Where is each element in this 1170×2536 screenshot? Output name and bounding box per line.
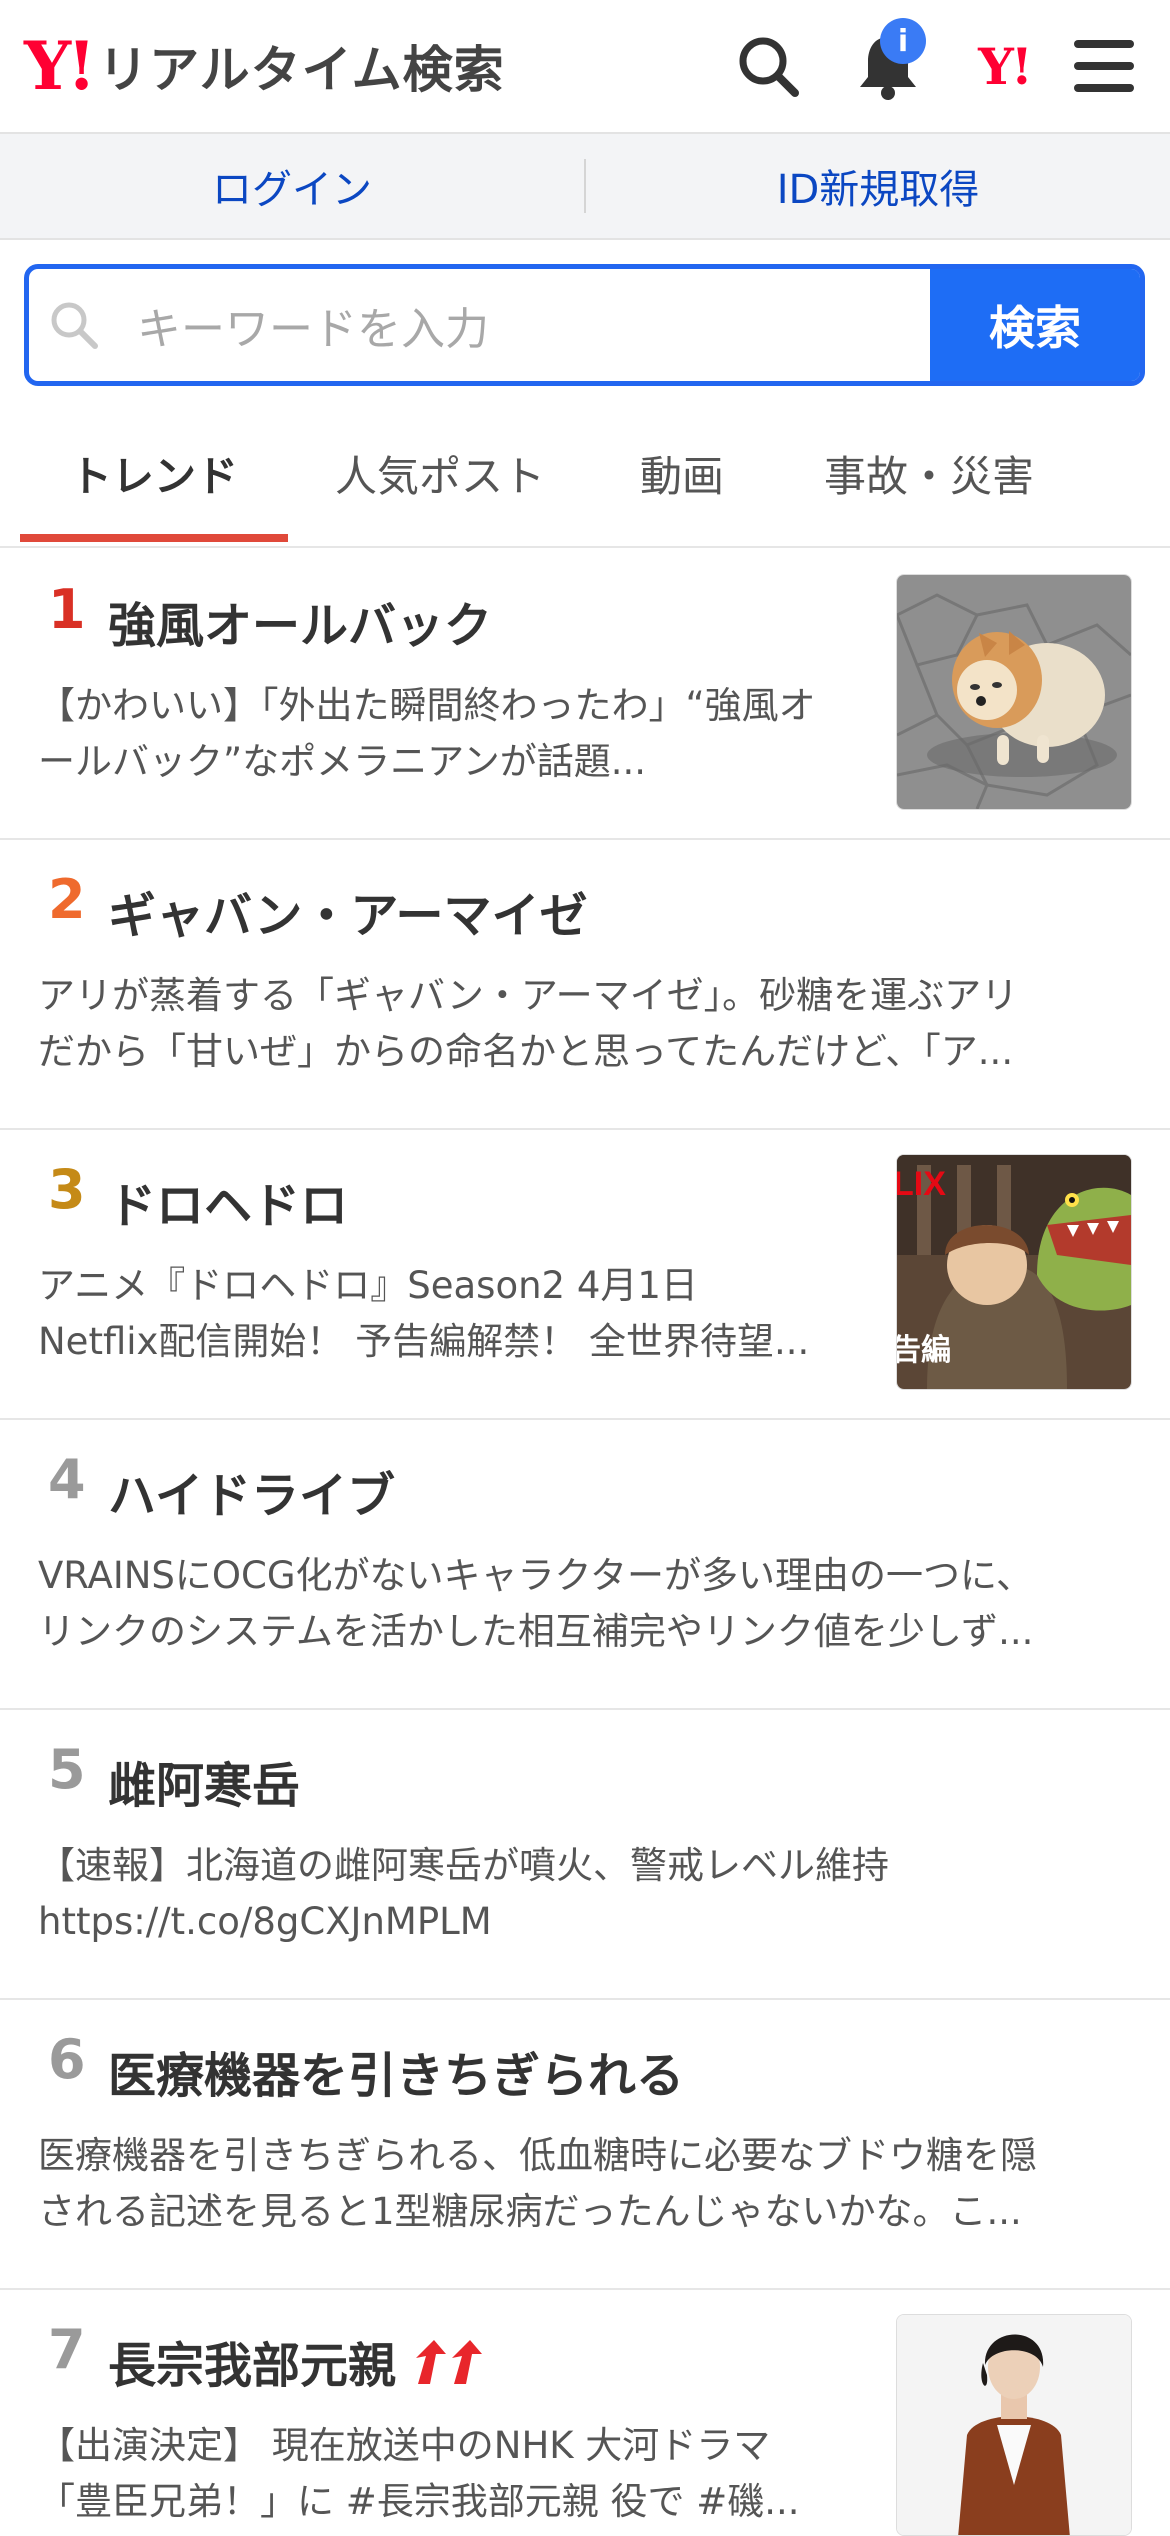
description-line: 医療機器を引きちぎられる、低血糖時に必要なブドウ糖を隠 [38,2134,1037,2177]
description-line: Netflix配信開始！ 予告編解禁！ 全世界待望... [38,1320,810,1363]
app-header: Y! リアルタイム検索 i Y! [0,0,1170,134]
login-bar: ログイン ID新規取得 [0,134,1170,240]
description-line: VRAINSにOCG化がないキャラクターが多い理由の一つに、 [38,1554,1033,1597]
trend-title[interactable]: ハイドライブ [108,1456,395,1526]
description-line: される記述を見ると1型糖尿病だったんじゃないかな。こ... [38,2190,1022,2233]
trend-title-text: 長宗我部元親 [108,2338,397,2394]
description-line: ールバック”なポメラニアンが話題... [38,740,646,783]
trend-description: アリが蒸着する「ギャバン・アーマイゼ」。砂糖を運ぶアリ だから「甘いぜ」からの命… [38,968,1128,1080]
search-icon[interactable] [730,28,806,104]
description-line: だから「甘いぜ」からの命名かと思ってたんだけど、「ア... [38,1030,1014,1073]
rank-number: 5 [48,1738,86,1801]
rank-number: 1 [48,578,86,641]
description-line: 【出演決定】 現在放送中のNHK 大河ドラマ [38,2424,771,2467]
search-input[interactable]: キーワードを入力 [119,269,930,381]
trend-item[interactable]: 2 ギャバン・アーマイゼ アリが蒸着する「ギャバン・アーマイゼ」。砂糖を運ぶアリ… [0,838,1170,1130]
thumb-overlay-text: 告編 [897,1333,951,1368]
tab-accidents-disasters[interactable]: 事故・災害 [784,400,1074,546]
actor-thumbnail[interactable] [896,2314,1132,2536]
menu-icon[interactable] [1066,28,1142,104]
trend-item[interactable]: 5 雌阿寒岳 【速報】北海道の雌阿寒岳が噴火、警戒レベル維持 https://t… [0,1708,1170,2000]
notification-bell-icon[interactable]: i [850,18,926,104]
register-id-link[interactable]: ID新規取得 [586,157,1170,215]
tab-bar: トレンド 人気ポスト 動画 事故・災害 [0,400,1170,548]
trend-item[interactable]: 7 長宗我部元親 【出演決定】 現在放送中のNHK 大河ドラマ 「豊臣兄弟！」に… [0,2288,1170,2536]
rising-arrows-icon [412,2340,492,2398]
trend-title[interactable]: 雌阿寒岳 [108,1746,300,1816]
notification-badge: i [880,18,926,64]
trend-item[interactable]: 6 医療機器を引きちぎられる 医療機器を引きちぎられる、低血糖時に必要なブドウ糖… [0,1998,1170,2290]
pomeranian-thumbnail[interactable] [896,574,1132,810]
search-form: キーワードを入力 検索 [24,264,1145,386]
rank-number: 3 [48,1158,86,1221]
rank-number: 2 [48,868,86,931]
trend-description: 【かわいい】「外出た瞬間終わったわ」“強風オ ールバック”なポメラニアンが話題.… [38,678,868,790]
yahoo-top-icon[interactable]: Y! [966,28,1042,104]
trend-title[interactable]: 長宗我部元親 [108,2326,492,2398]
description-line: 【かわいい】「外出た瞬間終わったわ」“強風オ [38,684,816,727]
thumb-overlay-text: LIX [897,1165,946,1203]
description-line: 【速報】北海道の雌阿寒岳が噴火、警戒レベル維持 [38,1844,889,1887]
trend-title[interactable]: ドロヘドロ [108,1166,348,1236]
rank-number: 6 [48,2028,86,2091]
rank-number: 4 [48,1448,86,1511]
trend-item[interactable]: 1 強風オールバック 【かわいい】「外出た瞬間終わったわ」“強風オ ールバック”… [0,548,1170,840]
yahoo-icon-text: Y! [978,36,1033,96]
description-line: アニメ『ドロヘドロ』Season2 4月1日 [38,1264,698,1307]
dorohedoro-thumbnail[interactable]: LIX 告編 [896,1154,1132,1390]
trend-description: 医療機器を引きちぎられる、低血糖時に必要なブドウ糖を隠 される記述を見ると1型糖… [38,2128,1128,2240]
trend-description: 【出演決定】 現在放送中のNHK 大河ドラマ 「豊臣兄弟！」に #長宗我部元親 … [38,2418,868,2530]
search-field-icon [29,269,119,381]
tab-video[interactable]: 動画 [592,400,772,546]
login-link[interactable]: ログイン [0,157,584,215]
trend-item[interactable]: 4 ハイドライブ VRAINSにOCG化がないキャラクターが多い理由の一つに、 … [0,1418,1170,1710]
trend-title[interactable]: ギャバン・アーマイゼ [108,876,588,946]
tab-trend[interactable]: トレンド [20,400,288,546]
trend-title[interactable]: 医療機器を引きちぎられる [108,2036,684,2106]
trend-description: VRAINSにOCG化がないキャラクターが多い理由の一つに、 リンクのシステムを… [38,1548,1128,1660]
description-line: リンクのシステムを活かした相互補完やリンク値を少しず... [38,1610,1034,1653]
rank-number: 7 [48,2318,86,2381]
yahoo-realtime-logo[interactable]: Y! リアルタイム検索 [24,26,505,106]
trend-description: 【速報】北海道の雌阿寒岳が噴火、警戒レベル維持 https://t.co/8gC… [38,1838,1128,1950]
tab-popular-posts[interactable]: 人気ポスト [300,400,580,546]
description-line: 「豊臣兄弟！」に #長宗我部元親 役で #磯... [38,2480,800,2523]
trend-item[interactable]: 3 ドロヘドロ アニメ『ドロヘドロ』Season2 4月1日 Netflix配信… [0,1128,1170,1420]
description-link[interactable]: https://t.co/8gCXJnMPLM [38,1894,1128,1950]
search-button[interactable]: 検索 [930,269,1140,381]
logo-text: リアルタイム検索 [98,41,505,99]
logo-mark: Y! [24,27,96,105]
trend-title[interactable]: 強風オールバック [108,586,492,656]
description-line: アリが蒸着する「ギャバン・アーマイゼ」。砂糖を運ぶアリ [38,974,1019,1017]
trend-description: アニメ『ドロヘドロ』Season2 4月1日 Netflix配信開始！ 予告編解… [38,1258,868,1370]
active-tab-indicator [20,534,288,542]
